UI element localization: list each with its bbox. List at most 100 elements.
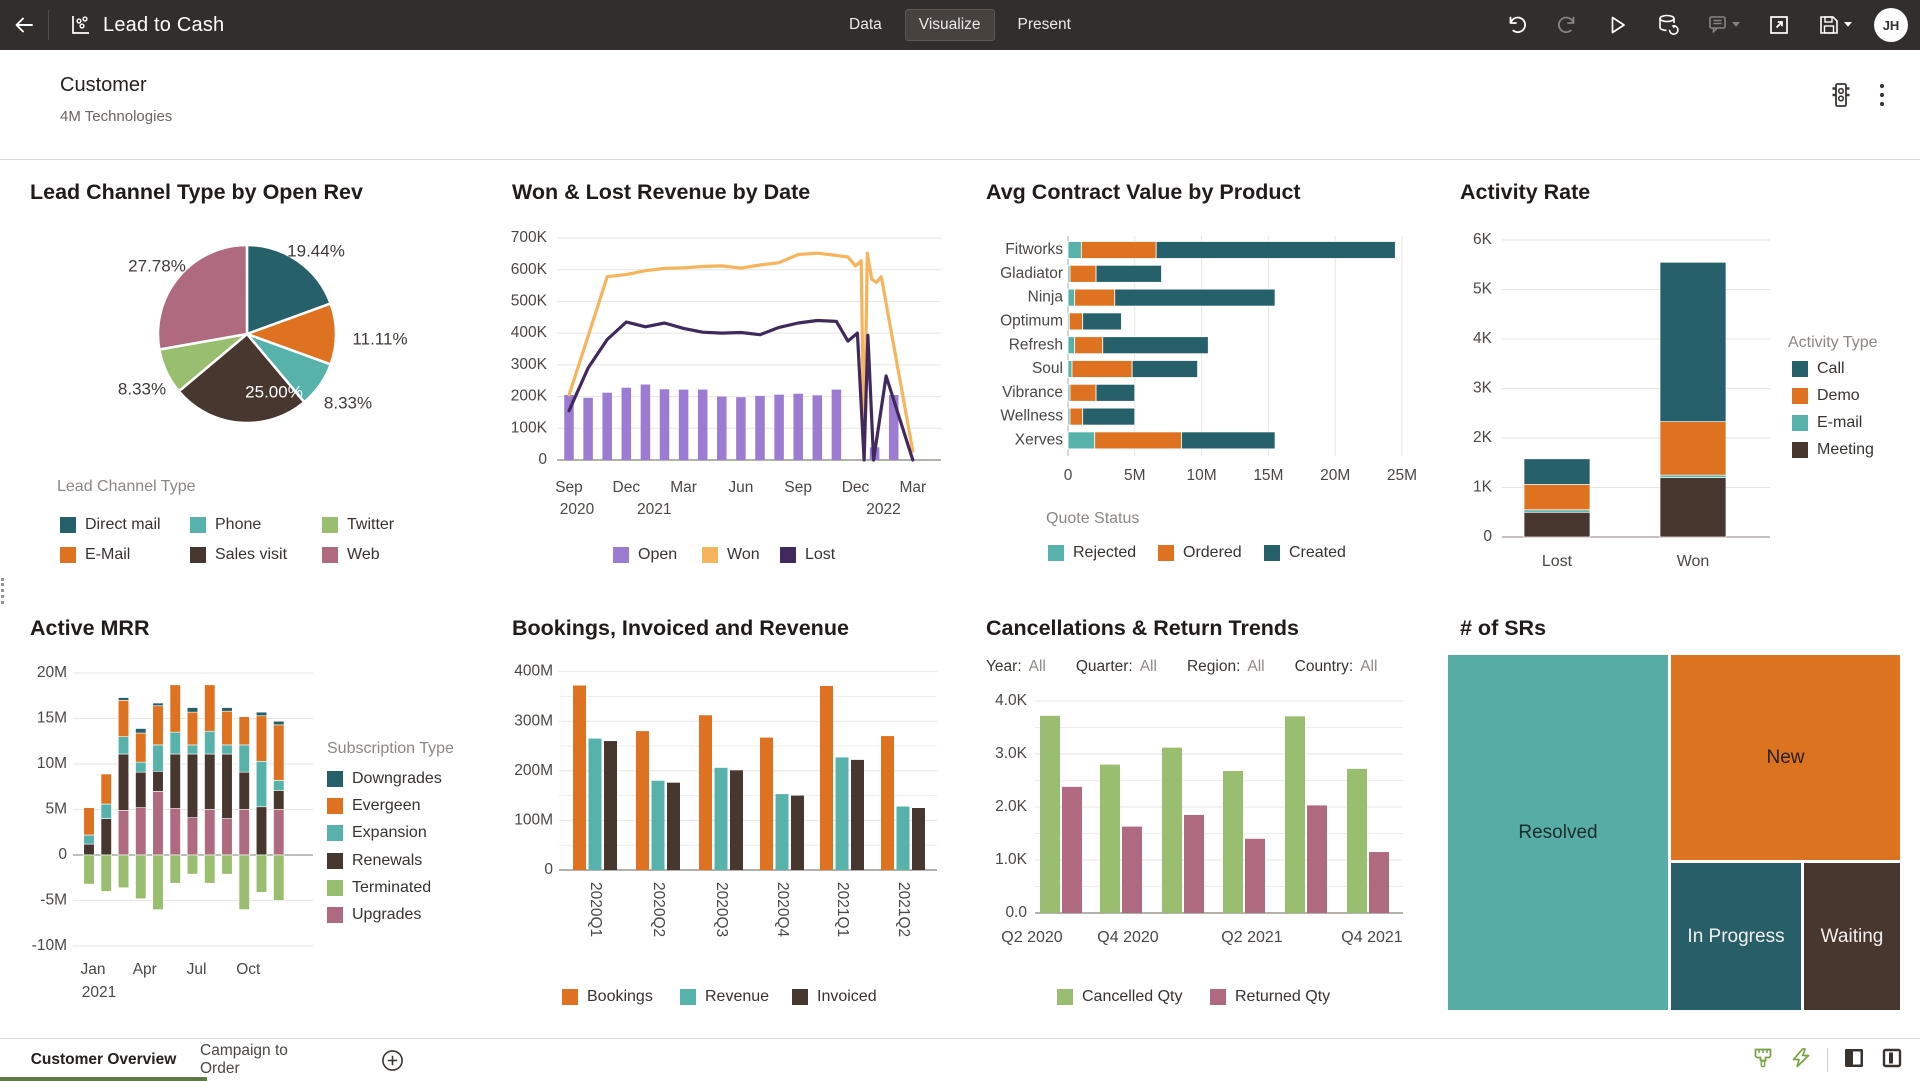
bar-downgrades[interactable] <box>222 708 233 712</box>
bar-revenue[interactable] <box>589 739 602 870</box>
bar-ordered[interactable] <box>1075 289 1115 306</box>
bar-expansion[interactable] <box>153 745 164 771</box>
bar-bookings[interactable] <box>573 685 586 870</box>
tab-data[interactable]: Data <box>836 10 895 40</box>
bar-evergeen[interactable] <box>256 716 267 762</box>
bar-open[interactable] <box>832 390 842 460</box>
bar-upgrades[interactable] <box>136 808 147 855</box>
bar-returned-qty[interactable] <box>1369 852 1389 913</box>
legend-item[interactable]: Renewals <box>327 852 422 870</box>
bar-expansion[interactable] <box>101 804 112 819</box>
legend-item[interactable]: Created <box>1264 544 1346 562</box>
bar-renewals[interactable] <box>187 754 198 818</box>
legend-item[interactable]: Open <box>613 546 677 564</box>
bar-cancelled-qty[interactable] <box>1162 748 1182 913</box>
bar-returned-qty[interactable] <box>1184 815 1204 913</box>
bar-downgrades[interactable] <box>136 729 147 734</box>
legend-item[interactable]: Call <box>1792 360 1845 378</box>
bar-created[interactable] <box>1083 408 1135 425</box>
bar-invoiced[interactable] <box>730 770 743 870</box>
bar-open[interactable] <box>602 393 612 460</box>
bar-e-mail[interactable] <box>1524 510 1590 512</box>
bar-cancelled-qty[interactable] <box>1347 769 1367 913</box>
bar-ordered[interactable] <box>1070 265 1096 282</box>
bar-evergeen[interactable] <box>274 725 285 781</box>
bar-expansion[interactable] <box>205 731 216 754</box>
bar-renewals[interactable] <box>205 754 216 810</box>
avatar[interactable]: JH <box>1874 8 1908 42</box>
bar-terminated[interactable] <box>136 855 147 899</box>
bar-created[interactable] <box>1096 384 1135 401</box>
bar-open[interactable] <box>736 397 746 460</box>
bar-terminated[interactable] <box>153 855 164 910</box>
bar-evergeen[interactable] <box>205 685 216 731</box>
bar-revenue[interactable] <box>715 768 728 870</box>
bar-upgrades[interactable] <box>274 810 285 856</box>
bar-expansion[interactable] <box>274 780 285 790</box>
tab-present[interactable]: Present <box>1005 10 1084 40</box>
bar-ordered[interactable] <box>1069 313 1082 330</box>
save-button[interactable] <box>1804 0 1866 50</box>
bar-terminated[interactable] <box>187 855 198 874</box>
legend-item[interactable]: Rejected <box>1048 544 1136 562</box>
bar-evergeen[interactable] <box>239 717 250 745</box>
treemap-tile-new[interactable]: New <box>1671 655 1900 860</box>
resize-handle[interactable] <box>1 578 5 604</box>
legend-item[interactable]: Terminated <box>327 879 431 897</box>
bar-terminated[interactable] <box>274 855 285 901</box>
bar-open[interactable] <box>755 396 765 460</box>
bar-open[interactable] <box>793 394 803 460</box>
legend-item[interactable]: Web <box>322 546 380 564</box>
bar-demo[interactable] <box>1524 485 1590 510</box>
legend-item[interactable]: Cancelled Qty <box>1057 988 1183 1006</box>
bar-meeting[interactable] <box>1524 512 1590 537</box>
bar-downgrades[interactable] <box>274 721 285 725</box>
bar-evergeen[interactable] <box>153 706 164 745</box>
bar-expansion[interactable] <box>84 835 95 844</box>
bar-open[interactable] <box>679 390 689 460</box>
bar-open[interactable] <box>813 395 823 460</box>
back-button[interactable] <box>0 0 48 50</box>
viz-won-lost-combo[interactable]: Won & Lost Revenue by Date 700K600K500K4… <box>495 172 955 584</box>
bar-invoiced[interactable] <box>667 783 680 870</box>
legend-item[interactable]: E-mail <box>1792 414 1862 432</box>
toggle-right-panel-button[interactable] <box>1880 1046 1904 1075</box>
bar-terminated[interactable] <box>101 855 112 891</box>
bar-ordered[interactable] <box>1075 337 1103 354</box>
bar-created[interactable] <box>1132 361 1197 378</box>
bar-expansion[interactable] <box>239 745 250 772</box>
bar-terminated[interactable] <box>239 855 250 910</box>
legend-item[interactable]: Meeting <box>1792 441 1874 459</box>
legend-item[interactable]: Evergeen <box>327 797 421 815</box>
legend-item[interactable]: Returned Qty <box>1210 988 1330 1006</box>
bar-ordered[interactable] <box>1070 408 1083 425</box>
viz-activity-rate[interactable]: Activity Rate 6K5K4K3K2K1K0LostWon Activ… <box>1440 172 1920 584</box>
present-play-button[interactable] <box>1592 0 1642 50</box>
bar-revenue[interactable] <box>652 781 665 870</box>
bar-cancelled-qty[interactable] <box>1100 765 1120 913</box>
viz-cancellations-returns[interactable]: Cancellations & Return Trends Year:AllQu… <box>975 608 1437 1034</box>
bar-open[interactable] <box>717 397 727 460</box>
bar-expansion[interactable] <box>187 745 198 754</box>
style-brush-button[interactable] <box>1751 1046 1775 1075</box>
bar-bookings[interactable] <box>636 731 649 870</box>
viz-avg-contract-bar[interactable]: Avg Contract Value by Product 05M10M15M2… <box>975 172 1435 584</box>
bar-expansion[interactable] <box>118 737 129 754</box>
bar-open[interactable] <box>698 390 708 460</box>
bar-renewals[interactable] <box>153 771 164 791</box>
bar-bookings[interactable] <box>699 715 712 870</box>
bar-terminated[interactable] <box>256 855 267 892</box>
bar-created[interactable] <box>1182 432 1276 449</box>
bar-created[interactable] <box>1083 313 1122 330</box>
bar-open[interactable] <box>583 398 593 460</box>
bar-renewals[interactable] <box>101 819 112 855</box>
bar-rejected[interactable] <box>1068 289 1075 306</box>
bar-terminated[interactable] <box>84 855 95 884</box>
bar-rejected[interactable] <box>1068 242 1081 259</box>
bar-rejected[interactable] <box>1068 432 1095 449</box>
add-canvas-button[interactable] <box>372 1039 412 1081</box>
bar-open[interactable] <box>660 389 670 460</box>
bar-created[interactable] <box>1156 242 1395 259</box>
legend-item[interactable]: Lost <box>780 546 835 564</box>
bar-rejected[interactable] <box>1068 337 1075 354</box>
